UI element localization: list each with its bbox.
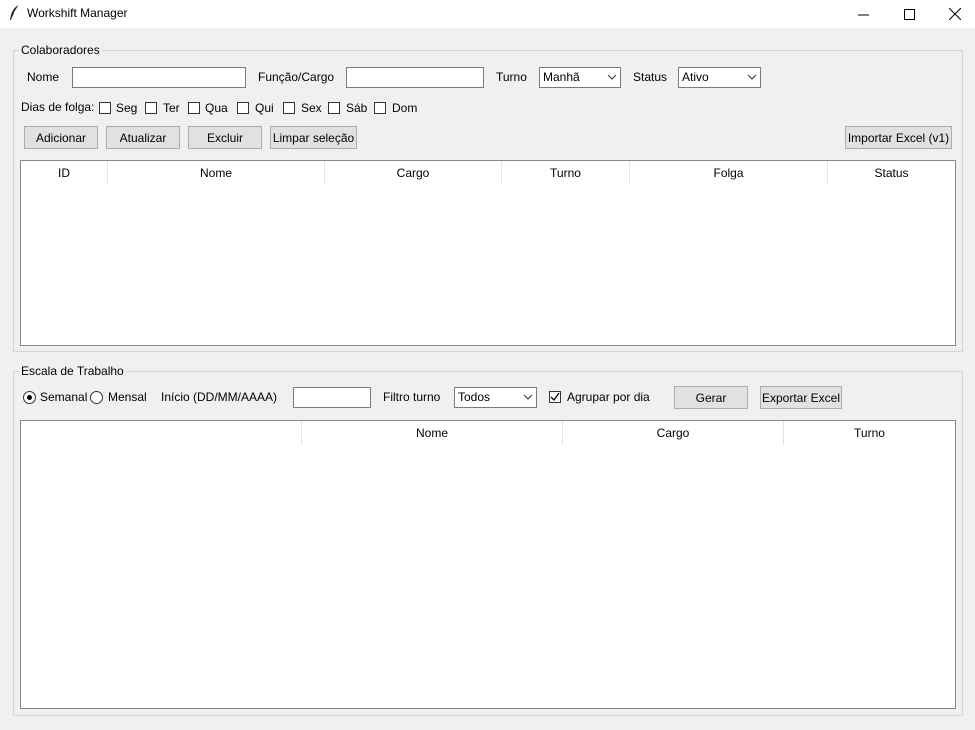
chevron-down-icon <box>747 71 757 85</box>
column-header-cargo[interactable]: Cargo <box>325 161 502 185</box>
title-bar: Workshift Manager <box>0 0 975 28</box>
dia-label: Qua <box>205 101 228 115</box>
nome-input[interactable] <box>72 67 246 88</box>
exportar-excel-button[interactable]: Exportar Excel <box>760 386 842 409</box>
dia-label: Ter <box>163 101 180 115</box>
dia-qui-checkbox[interactable]: Qui <box>237 101 274 115</box>
radio-circle[interactable] <box>23 390 36 404</box>
checkbox-box[interactable] <box>374 102 386 114</box>
dia-ter-checkbox[interactable]: Ter <box>145 101 180 115</box>
close-button[interactable] <box>932 0 975 28</box>
status-label: Status <box>633 70 668 84</box>
filtro-turno-value: Todos <box>458 390 491 404</box>
dia-label: Dom <box>392 101 418 115</box>
checkbox-box[interactable] <box>328 102 340 114</box>
colaboradores-table[interactable]: ID Nome Cargo Turno Folga Status <box>20 160 956 346</box>
dia-seg-checkbox[interactable]: Seg <box>99 101 137 115</box>
status-select[interactable]: Ativo <box>678 67 761 88</box>
agrupar-label: Agrupar por dia <box>567 390 650 404</box>
dia-label: Seg <box>116 101 138 115</box>
dia-dom-checkbox[interactable]: Dom <box>374 101 417 115</box>
mensal-radio[interactable]: Mensal <box>90 390 147 404</box>
turno-select[interactable]: Manhã <box>539 67 621 88</box>
dia-label: Sex <box>301 101 322 115</box>
column-header-cargo[interactable]: Cargo <box>563 421 784 445</box>
maximize-button[interactable] <box>886 0 932 28</box>
funcao-label: Função/Cargo <box>258 70 335 84</box>
filtro-turno-label: Filtro turno <box>383 390 441 404</box>
checkmark-icon <box>550 392 560 402</box>
dia-sab-checkbox[interactable]: Sáb <box>328 101 367 115</box>
gerar-button[interactable]: Gerar <box>674 386 748 409</box>
nome-label: Nome <box>27 70 60 84</box>
filtro-turno-select[interactable]: Todos <box>454 387 537 408</box>
checkbox-box[interactable] <box>145 102 157 114</box>
adicionar-button[interactable]: Adicionar <box>24 126 98 149</box>
inicio-date-input[interactable] <box>293 387 371 408</box>
window-title: Workshift Manager <box>27 6 128 20</box>
dias-folga-label: Dias de folga: <box>21 100 95 114</box>
chevron-down-icon <box>523 391 533 405</box>
dia-label: Sáb <box>346 101 368 115</box>
column-header-nome[interactable]: Nome <box>302 421 563 445</box>
column-header-nome[interactable]: Nome <box>108 161 325 185</box>
semanal-radio[interactable]: Semanal <box>23 390 87 404</box>
column-header-tree[interactable] <box>21 421 302 445</box>
inicio-label: Início (DD/MM/AAAA) <box>161 390 278 404</box>
atualizar-button[interactable]: Atualizar <box>106 126 180 149</box>
checkbox-box[interactable] <box>237 102 249 114</box>
table-header: Nome Cargo Turno <box>21 421 955 445</box>
minimize-button[interactable] <box>840 0 886 28</box>
radio-circle[interactable] <box>90 390 103 404</box>
feather-icon <box>8 4 22 22</box>
dia-qua-checkbox[interactable]: Qua <box>188 101 228 115</box>
maximize-icon <box>903 8 915 20</box>
minimize-icon <box>857 14 869 15</box>
column-header-id[interactable]: ID <box>21 161 108 185</box>
colaboradores-group-title: Colaboradores <box>19 43 102 57</box>
column-header-folga[interactable]: Folga <box>630 161 828 185</box>
semanal-label: Semanal <box>40 390 88 404</box>
agrupar-checkbox[interactable]: Agrupar por dia <box>549 390 650 404</box>
limpar-selecao-button[interactable]: Limpar seleção <box>270 126 357 149</box>
column-header-turno[interactable]: Turno <box>784 421 955 445</box>
checkbox-box[interactable] <box>188 102 200 114</box>
turno-select-value: Manhã <box>543 70 580 84</box>
importar-excel-button[interactable]: Importar Excel (v1) <box>845 126 952 149</box>
turno-label: Turno <box>496 70 527 84</box>
checkbox-box[interactable] <box>549 391 561 403</box>
table-header: ID Nome Cargo Turno Folga Status <box>21 161 955 185</box>
checkbox-box[interactable] <box>99 102 111 114</box>
checkbox-box[interactable] <box>283 102 295 114</box>
dia-sex-checkbox[interactable]: Sex <box>283 101 322 115</box>
close-icon <box>949 8 961 20</box>
column-header-status[interactable]: Status <box>828 161 955 185</box>
escala-table[interactable]: Nome Cargo Turno <box>20 420 956 709</box>
column-header-turno[interactable]: Turno <box>502 161 630 185</box>
dia-label: Qui <box>255 101 274 115</box>
excluir-button[interactable]: Excluir <box>188 126 262 149</box>
mensal-label: Mensal <box>108 390 147 404</box>
status-select-value: Ativo <box>682 70 709 84</box>
escala-group-title: Escala de Trabalho <box>19 364 126 378</box>
funcao-input[interactable] <box>346 67 484 88</box>
chevron-down-icon <box>607 71 617 85</box>
